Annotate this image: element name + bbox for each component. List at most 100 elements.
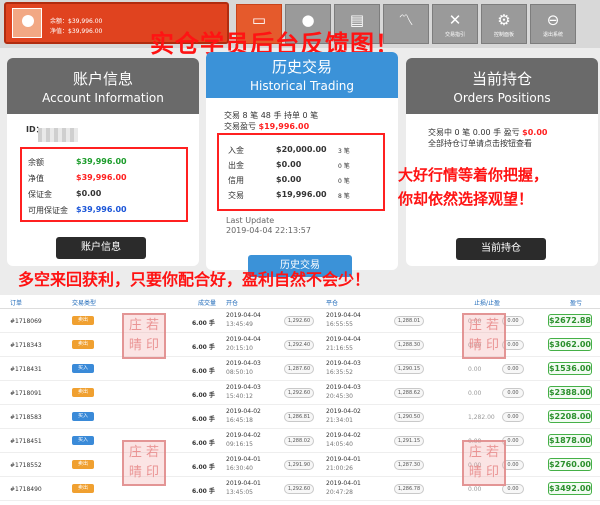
positions-summary: 交易中 0 笔 0.00 手 盈亏 $0.00 bbox=[428, 127, 547, 138]
col-type: 交易类型 bbox=[72, 300, 97, 307]
volume: 6.00 手 bbox=[192, 488, 215, 495]
close-price: 1,288.30 bbox=[394, 340, 424, 350]
account-title-en: Account Information bbox=[42, 91, 164, 105]
account-balance-value: $39,996.00 bbox=[76, 157, 127, 166]
seal-text: 庄 若 bbox=[468, 445, 500, 460]
col-sltp: 止损/止盈 bbox=[474, 300, 501, 307]
volume: 6.00 手 bbox=[192, 344, 215, 351]
gear-icon: ⚙ bbox=[497, 11, 511, 29]
seal-stamp: 庄 若晴 印 bbox=[122, 313, 166, 359]
close-time: 16:55:55 bbox=[326, 321, 353, 328]
open-time: 16:45:18 bbox=[226, 417, 253, 424]
account-equity-value: $39,996.00 bbox=[76, 173, 127, 182]
nav-label: 交易指引 bbox=[444, 32, 465, 38]
stop-loss: 0.00 bbox=[468, 486, 482, 493]
account-margin-value: $0.00 bbox=[76, 189, 102, 198]
close-time: 21:34:01 bbox=[326, 417, 353, 424]
history-panel-header: 历史交易 Historical Trading bbox=[206, 52, 398, 98]
table-row[interactable]: #1718490 卖出 6.00 手 2019-04-01 13:45:05 1,292.… bbox=[0, 477, 600, 501]
seal-text: 晴 印 bbox=[468, 465, 500, 480]
close-date: 2019-04-02 bbox=[326, 408, 361, 415]
table-header: 订单 交易类型 成交量 开仓 平仓 止损/止盈 盈亏 bbox=[0, 295, 600, 309]
seal-text: 庄 若 bbox=[468, 318, 500, 333]
table-row[interactable]: #1718583 买入 6.00 手 2019-04-02 16:45:18 1,286.… bbox=[0, 405, 600, 429]
table-row[interactable]: #1718552 卖出 6.00 手 2019-04-01 16:30:40 1,291.… bbox=[0, 453, 600, 477]
volume: 6.00 手 bbox=[192, 440, 215, 447]
col-volume: 成交量 bbox=[198, 300, 217, 307]
table-row[interactable]: #1718069 卖出 6.00 手 2019-04-04 13:45:49 1,292.… bbox=[0, 309, 600, 333]
account-free-margin-value: $39,996.00 bbox=[76, 205, 127, 214]
open-date: 2019-04-04 bbox=[226, 312, 261, 319]
trade-table: 订单 交易类型 成交量 开仓 平仓 止损/止盈 盈亏 #1718069 卖出 6.0… bbox=[0, 295, 600, 505]
positions-summary-text: 交易中 0 笔 0.00 手 盈亏 bbox=[428, 128, 520, 137]
history-row-count: 8 笔 bbox=[338, 193, 350, 200]
order-id: #1718431 bbox=[10, 366, 42, 373]
annotation-middle: 多空来回获利，只要你配合好，盈利自然不会少！ bbox=[18, 270, 371, 289]
account-row-label: 余额 bbox=[28, 158, 44, 167]
positions-pnl-value: $0.00 bbox=[522, 128, 548, 137]
table-row[interactable]: #1718451 买入 6.00 手 2019-04-02 09:16:15 1,288.… bbox=[0, 429, 600, 453]
volume: 6.00 手 bbox=[192, 320, 215, 327]
seal-stamp: 庄 若晴 印 bbox=[462, 440, 506, 486]
open-date: 2019-04-01 bbox=[226, 480, 261, 487]
close-price: 1,288.01 bbox=[394, 316, 424, 326]
close-price: 1,286.78 bbox=[394, 484, 424, 494]
history-row-count: 0 笔 bbox=[338, 178, 350, 185]
history-trade-value: $19,996.00 bbox=[276, 190, 327, 199]
history-row-label: 入金 bbox=[228, 146, 244, 155]
table-row[interactable]: #1718091 卖出 6.00 手 2019-04-03 15:40:12 1,292.… bbox=[0, 381, 600, 405]
close-time: 14:05:40 bbox=[326, 441, 353, 448]
open-time: 09:16:15 bbox=[226, 441, 253, 448]
open-time: 16:30:40 bbox=[226, 465, 253, 472]
close-price: 1,287.30 bbox=[394, 460, 424, 470]
nav-control-button[interactable]: ⚙ 控制面板 bbox=[481, 4, 527, 44]
nav-label: 控制面板 bbox=[493, 32, 514, 38]
last-update-value: 2019-04-04 22:13:57 bbox=[226, 226, 311, 235]
annotation-right-1: 大好行情等着你把握， bbox=[398, 166, 549, 184]
close-time: 20:45:30 bbox=[326, 393, 353, 400]
volume: 6.00 手 bbox=[192, 464, 215, 471]
close-time: 20:47:28 bbox=[326, 489, 353, 496]
nav-guide-button[interactable]: ✕ 交易指引 bbox=[432, 4, 478, 44]
col-profit: 盈亏 bbox=[570, 300, 583, 307]
open-price: 1,287.60 bbox=[284, 364, 314, 374]
open-time: 20:15:10 bbox=[226, 345, 253, 352]
positions-title-cn: 当前持仓 bbox=[471, 70, 532, 88]
account-row-label: 可用保证金 bbox=[28, 206, 68, 215]
account-row-label: 净值 bbox=[28, 174, 44, 183]
seal-text: 庄 若 bbox=[128, 318, 160, 333]
close-time: 16:35:52 bbox=[326, 369, 353, 376]
open-price: 1,291.90 bbox=[284, 460, 314, 470]
positions-hint: 全部持仓订单请点击按钮查看 bbox=[428, 139, 532, 148]
balance-label: 余额： bbox=[50, 18, 69, 25]
table-body: #1718069 卖出 6.00 手 2019-04-04 13:45:49 1,292.… bbox=[0, 309, 600, 501]
account-title-cn: 账户信息 bbox=[72, 70, 133, 88]
open-price: 1,286.81 bbox=[284, 412, 314, 422]
trade-type-badge: 卖出 bbox=[72, 484, 94, 493]
history-row-label: 交易 bbox=[228, 191, 244, 200]
stop-loss: 1,282.00 bbox=[468, 414, 495, 421]
nav-logout-button[interactable]: ⊖ 退出系统 bbox=[530, 4, 576, 44]
order-id: #1718583 bbox=[10, 414, 42, 421]
close-price: 1,288.62 bbox=[394, 388, 424, 398]
open-date: 2019-04-02 bbox=[226, 408, 261, 415]
table-row[interactable]: #1718431 买入 6.00 手 2019-04-03 08:50:10 1,287.… bbox=[0, 357, 600, 381]
close-time: 21:16:55 bbox=[326, 345, 353, 352]
open-date: 2019-04-03 bbox=[226, 360, 261, 367]
open-price: 1,288.02 bbox=[284, 436, 314, 446]
history-title-en: Historical Trading bbox=[249, 79, 355, 93]
seal-stamp: 庄 若晴 印 bbox=[122, 440, 166, 486]
current-positions-button[interactable]: 当前持仓 bbox=[456, 238, 546, 260]
seal-stamp: 庄 若晴 印 bbox=[462, 313, 506, 359]
positions-panel: 当前持仓 Orders Positions bbox=[406, 58, 598, 266]
positions-panel-header: 当前持仓 Orders Positions bbox=[406, 58, 598, 114]
open-time: 13:45:05 bbox=[226, 489, 253, 496]
account-info-button[interactable]: 账户信息 bbox=[56, 237, 146, 259]
open-price: 1,292.60 bbox=[284, 316, 314, 326]
seal-text: 晴 印 bbox=[128, 465, 160, 480]
close-price: 1,290.15 bbox=[394, 364, 424, 374]
close-price: 1,291.15 bbox=[394, 436, 424, 446]
open-price: 1,292.40 bbox=[284, 340, 314, 350]
open-date: 2019-04-04 bbox=[226, 336, 261, 343]
table-row[interactable]: #1718343 卖出 6.00 手 2019-04-04 20:15:10 1,292.… bbox=[0, 333, 600, 357]
